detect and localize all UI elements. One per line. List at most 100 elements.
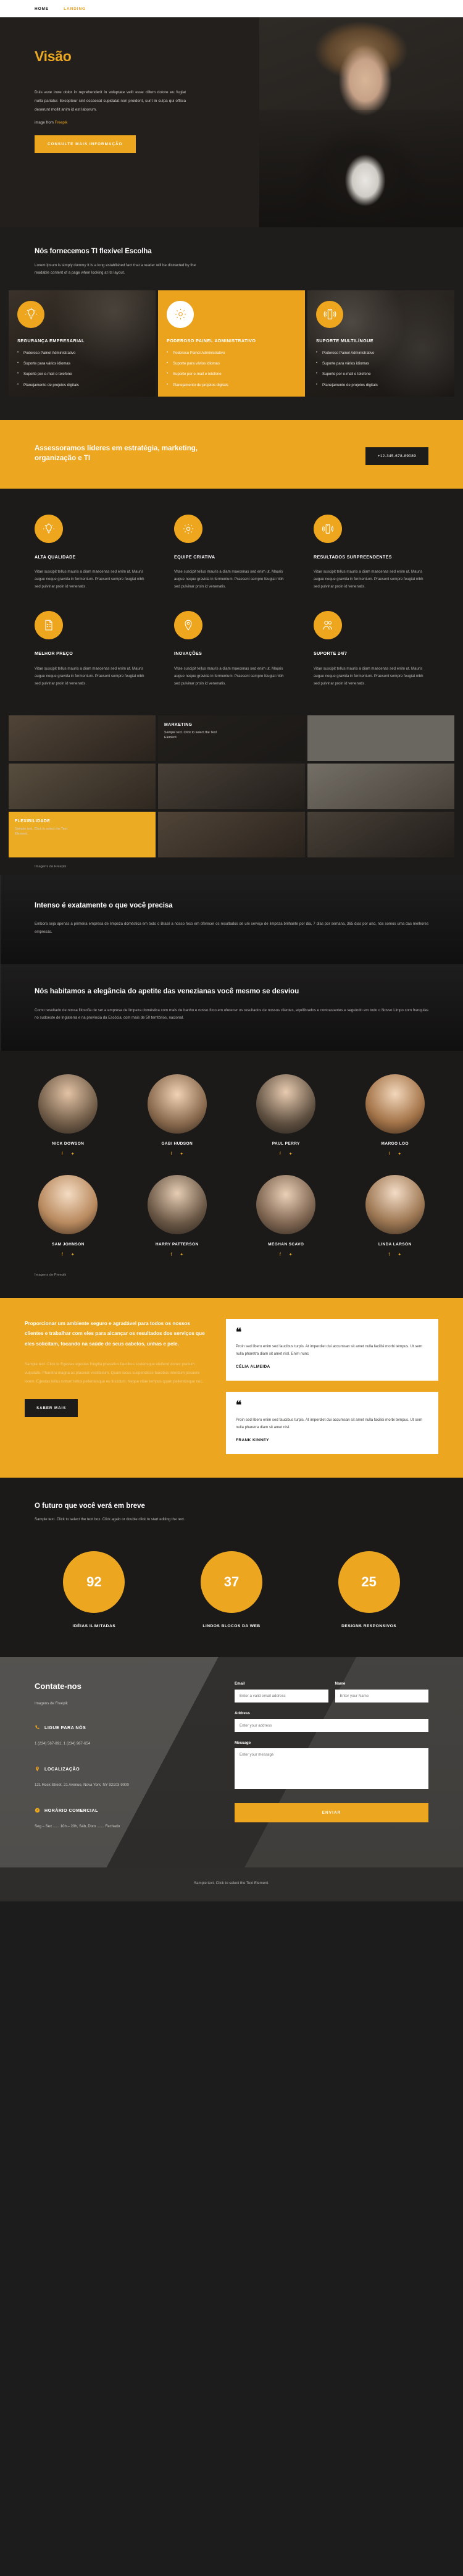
facebook-icon[interactable]: f	[388, 1152, 390, 1156]
list-item: Planejamento de projetos digitais	[316, 382, 446, 388]
feature-title: EQUIPE CRIATIVA	[174, 554, 215, 560]
twitter-icon[interactable]: ✦	[289, 1253, 293, 1257]
service-card-admin-panel[interactable]: PODEROSO PAINEL ADMINISTRATIVO Poderoso …	[158, 290, 305, 397]
facebook-icon[interactable]: f	[280, 1253, 281, 1257]
contact-section: Contate-nos Imagens de Freepik LIGUE PAR…	[0, 1656, 463, 1867]
list-item: Poderoso Painel Administrativo	[167, 350, 296, 356]
nav-item-landing[interactable]: LANDING	[64, 7, 86, 11]
team-member: MEGHAN SCAVO f ✦	[236, 1174, 336, 1257]
nav-item-home[interactable]: HOME	[35, 7, 49, 11]
footer-text: Sample text. Click to select the Text El…	[194, 1880, 269, 1885]
contact-block-text: 1 (234) 567-891, 1 (234) 987-654	[35, 1741, 91, 1746]
lightbulb-icon	[35, 514, 63, 543]
portfolio-tile[interactable]	[307, 715, 454, 762]
future-section: O futuro que você verá em breve Sample t…	[0, 1477, 463, 1529]
phone-button[interactable]: +12-345-678-89089	[365, 447, 428, 465]
contact-block-title: LIGUE PARA NÓS	[44, 1725, 86, 1730]
avatar	[147, 1174, 207, 1234]
portfolio-tile[interactable]	[307, 764, 454, 810]
twitter-icon[interactable]: ✦	[398, 1253, 401, 1257]
contact-block-title: LOCALIZAÇÃO	[44, 1767, 80, 1772]
elegance-section: Nós habitamos a elegância do apetite das…	[0, 964, 463, 1051]
hero-cta-button[interactable]: CONSULTE MAIS INFORMAÇÃO	[35, 135, 136, 154]
lightbulb-icon	[17, 300, 44, 328]
credit-prefix: image from	[35, 120, 55, 125]
team-grid: NICK DOWSON f ✦ GABI HUDSON f ✦ PAUL PERRY…	[19, 1074, 444, 1257]
team-member: NICK DOWSON f ✦	[19, 1074, 118, 1156]
card-list: Poderoso Painel Administrativo Suporte p…	[316, 350, 446, 388]
counter-value: 92	[63, 1551, 125, 1613]
name-field[interactable]	[335, 1689, 428, 1703]
twitter-icon[interactable]: ✦	[71, 1152, 75, 1156]
portfolio-tile[interactable]	[307, 812, 454, 858]
facebook-icon[interactable]: f	[170, 1152, 172, 1156]
feature-text: Vitae suscipit tellus mauris a diam maec…	[174, 666, 284, 686]
portfolio-tile[interactable]	[158, 764, 305, 810]
elegance-title: Nós habitamos a elegância do apetite das…	[35, 988, 299, 996]
team-member: HARRY PATTERSON f ✦	[128, 1174, 227, 1257]
facebook-icon[interactable]: f	[62, 1152, 63, 1156]
portfolio-tile[interactable]	[9, 715, 156, 762]
freepik-link[interactable]: Freepik	[55, 120, 68, 125]
learn-more-button[interactable]: SABER MAIS	[25, 1399, 78, 1417]
avatar	[256, 1074, 316, 1134]
future-title: O futuro que você verá em breve	[35, 1502, 145, 1510]
feature-title: MELHOR PREÇO	[35, 651, 73, 657]
portfolio-tile-marketing[interactable]: MARKETING Sample text. Click to select t…	[158, 715, 305, 762]
service-card-security[interactable]: SEGURANÇA EMPRESARIAL Poderoso Painel Ad…	[9, 290, 156, 397]
submit-button[interactable]: ENVIAR	[235, 1803, 428, 1822]
counter-value: 37	[200, 1551, 262, 1613]
member-name: NICK DOWSON	[52, 1141, 85, 1146]
twitter-icon[interactable]: ✦	[398, 1152, 401, 1156]
contact-image-credit: Imagens de Freepik	[35, 1701, 68, 1706]
portfolio-tile-flexibility[interactable]: FLEXIBILIDADE Sample text. Click to sele…	[9, 812, 156, 858]
list-item: Suporte por e-mail e telefone	[167, 371, 296, 377]
message-field[interactable]	[235, 1748, 428, 1789]
name-label: Name	[335, 1681, 346, 1686]
feature-title: SUPORTE 24/7	[314, 651, 348, 657]
counter-label: IDÉIAS ILIMITADAS	[72, 1623, 116, 1628]
contact-form: Email Name Address Message ENVIAR	[235, 1682, 428, 1830]
address-label: Address	[235, 1711, 250, 1715]
testimonial-card: ❝ Proin sed libero enim sed faucibus tur…	[226, 1392, 438, 1454]
feature-title: ALTA QUALIDADE	[35, 554, 76, 560]
portfolio-tile[interactable]	[9, 764, 156, 810]
twitter-icon[interactable]: ✦	[71, 1253, 75, 1257]
twitter-icon[interactable]: ✦	[180, 1253, 183, 1257]
team-member: GABI HUDSON f ✦	[128, 1074, 227, 1156]
card-title: SEGURANÇA EMPRESARIAL	[17, 337, 85, 343]
gear-icon	[174, 514, 202, 543]
contact-block-title: HORÁRIO COMERCIAL	[44, 1808, 98, 1814]
testimonial-author: CÉLIA ALMEIDA	[236, 1365, 270, 1370]
facebook-icon[interactable]: f	[280, 1152, 281, 1156]
counter-item: 37 LINDOS BLOCOS DA WEB	[172, 1551, 291, 1628]
counter-item: 25 DESIGNS RESPONSIVOS	[309, 1551, 428, 1628]
clock-icon	[35, 1805, 40, 1816]
mission-heading: Proporcionar um ambiente seguro e agradá…	[25, 1320, 205, 1347]
tile-subtitle: Sample text. Click to select the Text El…	[164, 731, 217, 740]
feature-text: Vitae suscipit tellus mauris a diam maec…	[35, 569, 144, 589]
hero-paragraph: Duis aute irure dolor in reprehenderit i…	[35, 90, 186, 112]
quote-mark-icon: ❝	[236, 1326, 241, 1338]
address-field[interactable]	[235, 1719, 428, 1732]
twitter-icon[interactable]: ✦	[180, 1152, 183, 1156]
testimonial-author: FRANK KINNEY	[236, 1437, 269, 1442]
facebook-icon[interactable]: f	[388, 1253, 390, 1257]
advisory-cta-bar: Assessoramos líderes em estratégia, mark…	[0, 419, 463, 489]
list-item: Poderoso Painel Administrativo	[17, 350, 147, 356]
gear-icon	[167, 300, 194, 328]
portfolio-tile[interactable]	[158, 812, 305, 858]
feature-melhor-preco: MELHOR PREÇO Vitae suscipit tellus mauri…	[35, 611, 149, 687]
service-card-multilingual[interactable]: SUPORTE MULTILÍNGUE Poderoso Painel Admi…	[307, 290, 454, 397]
card-list: Poderoso Painel Administrativo Suporte p…	[17, 350, 147, 388]
email-field[interactable]	[235, 1689, 328, 1703]
facebook-icon[interactable]: f	[170, 1253, 172, 1257]
facebook-icon[interactable]: f	[62, 1253, 63, 1257]
contact-block-text: Seg – Sex ...... 10h – 20h, Sáb, Dom ...…	[35, 1824, 120, 1829]
testimonial-card: ❝ Proin sed libero enim sed faucibus tur…	[226, 1318, 438, 1381]
team-member: LINDA LARSON f ✦	[346, 1174, 445, 1257]
list-item: Suporte para vários idiomas	[167, 361, 296, 366]
testimonial-text: Proin sed libero enim sed faucibus turpi…	[236, 1418, 422, 1429]
team-section: NICK DOWSON f ✦ GABI HUDSON f ✦ PAUL PERRY…	[0, 1050, 463, 1298]
twitter-icon[interactable]: ✦	[289, 1152, 293, 1156]
